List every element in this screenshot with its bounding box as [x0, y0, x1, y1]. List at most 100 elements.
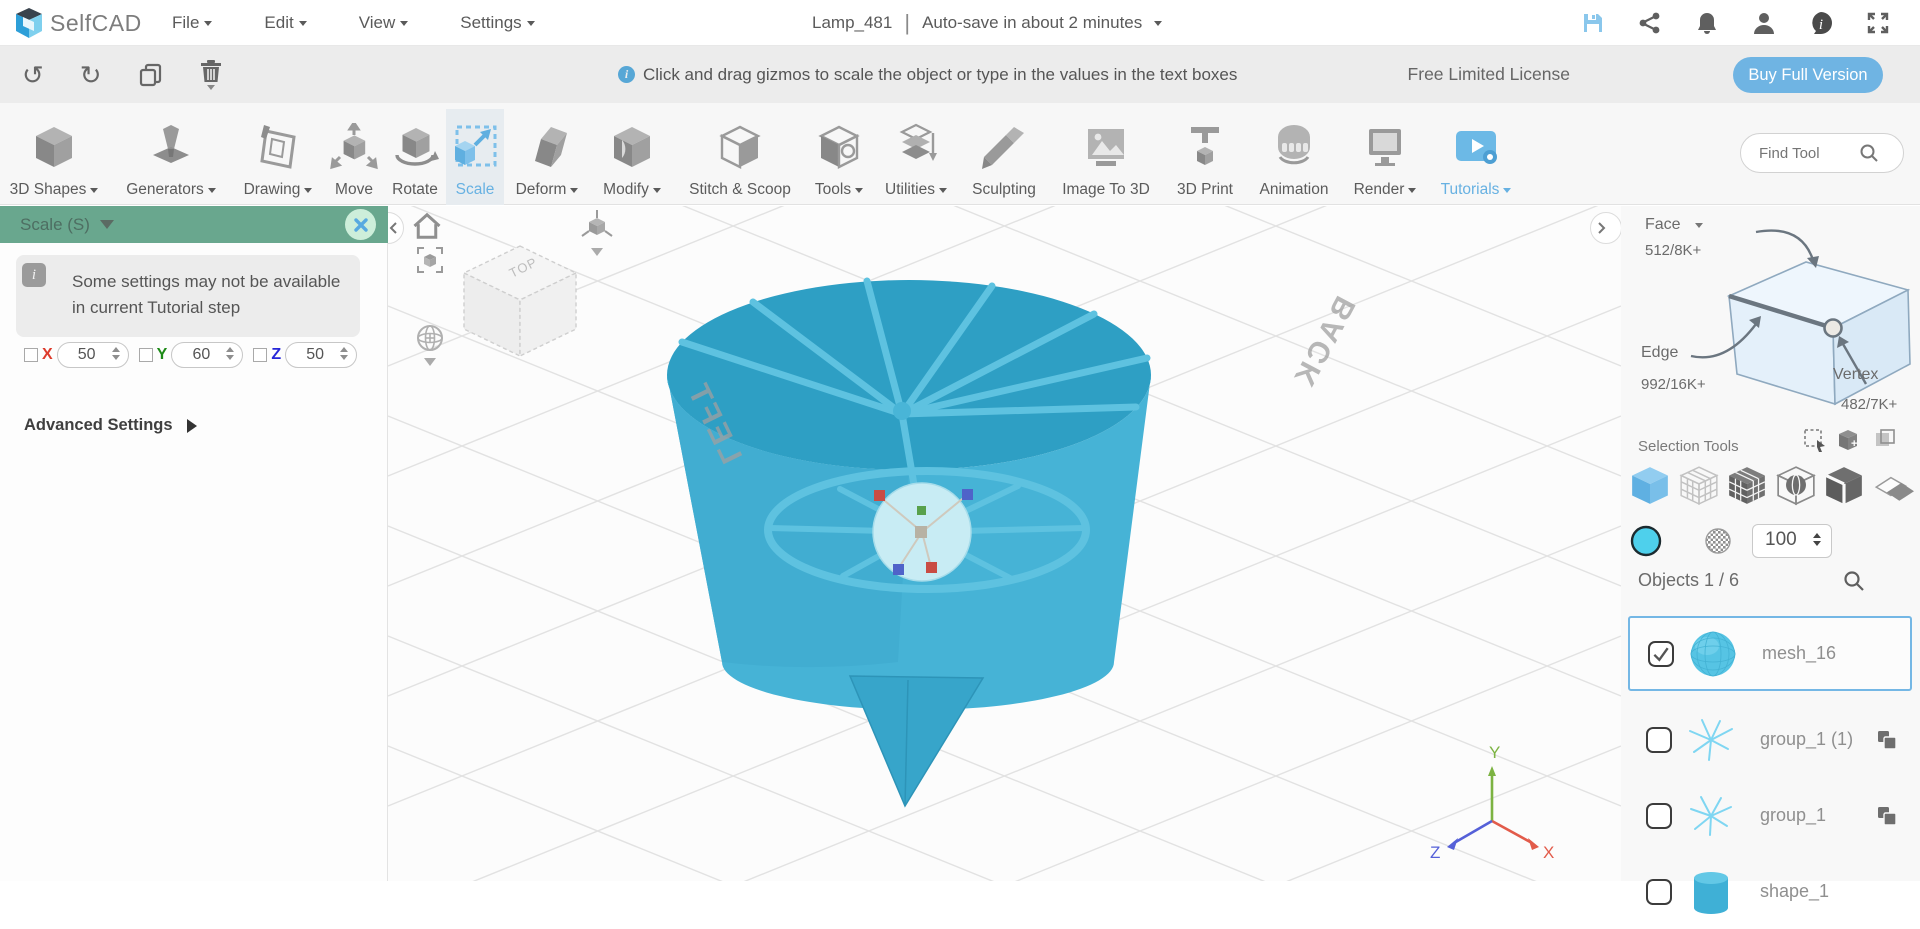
gizmo-handle-x2[interactable] — [926, 562, 937, 573]
scale-y-input[interactable] — [178, 343, 225, 367]
toolbar-item-scale[interactable]: Scale — [446, 109, 504, 205]
brush-size-field[interactable] — [1752, 524, 1832, 558]
toolbar-item-deform[interactable]: Deform — [508, 109, 586, 205]
info-button[interactable]: i — [1809, 11, 1833, 35]
scale-x-field[interactable] — [56, 342, 129, 368]
toolbar-item-modify[interactable]: Modify — [593, 109, 671, 205]
menu-settings[interactable]: Settings — [460, 13, 535, 33]
scale-z-field[interactable] — [285, 342, 358, 368]
brush-size-input[interactable] — [1753, 525, 1805, 555]
buy-full-version-button[interactable]: Buy Full Version — [1733, 57, 1883, 93]
find-tool-search[interactable] — [1740, 133, 1904, 173]
menu-file[interactable]: File — [172, 13, 213, 33]
home-view-button[interactable] — [412, 212, 442, 240]
group-icon[interactable] — [1876, 729, 1898, 751]
chevron-down-icon[interactable] — [424, 358, 436, 366]
stepper-icon[interactable] — [111, 347, 120, 360]
gizmo-handle-x[interactable] — [874, 490, 885, 501]
toolbar-item-utilities[interactable]: Utilities — [875, 109, 957, 205]
select-wireframe-button[interactable] — [1678, 464, 1720, 506]
search-objects-button[interactable] — [1843, 570, 1865, 592]
lock-x-checkbox[interactable] — [24, 348, 38, 362]
axis-gizmo[interactable]: Y X Z — [1430, 743, 1554, 862]
gizmo-handle-center[interactable] — [915, 526, 927, 538]
nav-cube[interactable]: TOP — [462, 245, 578, 358]
toolbar-item-tutorials[interactable]: Tutorials — [1431, 109, 1521, 205]
stepper-icon[interactable] — [340, 347, 349, 360]
scale-z-input[interactable] — [292, 343, 339, 367]
notifications-button[interactable] — [1695, 11, 1719, 35]
object-checkbox-checked[interactable] — [1648, 640, 1674, 667]
stepper-icon[interactable] — [1813, 533, 1821, 546]
scale-y-field[interactable] — [171, 342, 244, 368]
delete-button[interactable] — [200, 59, 222, 90]
toolbar-item-tools[interactable]: Tools — [808, 109, 870, 205]
gizmo-handle-z[interactable] — [962, 489, 973, 500]
object-row-group-1[interactable]: group_1 — [1628, 778, 1912, 853]
toolbar-item-move[interactable]: Move — [327, 109, 381, 205]
chevron-down-icon[interactable] — [1154, 20, 1163, 26]
object-row-mesh-16[interactable]: mesh_16 — [1628, 616, 1912, 691]
object-name[interactable]: shape_1 — [1760, 881, 1912, 902]
scale-x-input[interactable] — [63, 343, 110, 367]
select-split-button[interactable] — [1823, 464, 1865, 506]
lamp-model[interactable] — [667, 277, 1151, 808]
object-checkbox[interactable] — [1646, 802, 1672, 829]
toolbar-item-drawing[interactable]: Drawing — [235, 109, 321, 205]
app-logo[interactable]: SelfCAD — [14, 7, 142, 39]
save-button[interactable] — [1581, 11, 1605, 35]
lock-z-checkbox[interactable] — [253, 348, 268, 362]
orbit-mode-button[interactable] — [414, 322, 446, 354]
share-button[interactable] — [1638, 11, 1662, 35]
advanced-settings-toggle[interactable]: Advanced Settings — [24, 416, 197, 435]
toolbar-item-image-to-3d[interactable]: Image To 3D — [1055, 109, 1157, 205]
search-icon[interactable] — [1859, 143, 1879, 163]
toolbar-item-3d-print[interactable]: 3D Print — [1169, 109, 1241, 205]
select-faces-button[interactable] — [1726, 464, 1768, 506]
select-solid-button[interactable] — [1629, 464, 1671, 506]
redo-button[interactable]: ↻ — [80, 62, 102, 88]
menu-edit[interactable]: Edit — [264, 13, 307, 33]
fullscreen-button[interactable] — [1866, 11, 1890, 35]
scale-panel-header[interactable]: Scale (S) — [0, 206, 388, 243]
toolbar-item-sculpting[interactable]: Sculpting — [963, 109, 1045, 205]
object-name[interactable]: group_1 (1) — [1760, 729, 1876, 750]
add-selection-button[interactable]: + — [1837, 428, 1861, 452]
viewport-3d[interactable]: Y X Z TOP LEFT BACK — [388, 206, 1621, 881]
object-checkbox[interactable] — [1646, 726, 1672, 753]
select-region-button[interactable] — [1775, 464, 1817, 506]
autosave-status[interactable]: Auto-save in about 2 minutes — [922, 13, 1142, 33]
multi-select-button[interactable] — [1873, 428, 1897, 452]
account-button[interactable] — [1752, 11, 1776, 35]
object-row-shape-1[interactable]: shape_1 — [1628, 854, 1912, 929]
object-name[interactable]: mesh_16 — [1762, 643, 1910, 664]
scene-canvas[interactable]: Y X Z TOP — [388, 206, 1621, 881]
copy-button[interactable] — [138, 62, 164, 88]
lock-y-checkbox[interactable] — [138, 348, 153, 362]
group-icon[interactable] — [1876, 805, 1898, 827]
toolbar-item-stitch-scoop[interactable]: Stitch & Scoop — [682, 109, 798, 205]
object-checkbox[interactable] — [1646, 878, 1672, 905]
menu-view[interactable]: View — [359, 13, 409, 33]
close-panel-button[interactable] — [345, 209, 376, 240]
object-name[interactable]: group_1 — [1760, 805, 1876, 826]
chevron-down-icon[interactable] — [591, 248, 603, 256]
gizmo-handle-y[interactable] — [917, 506, 926, 515]
find-tool-input[interactable] — [1741, 144, 1859, 162]
zoom-to-fit-button[interactable] — [416, 246, 444, 274]
gizmo-handle-z2[interactable] — [893, 564, 904, 575]
collapse-right-panel-button[interactable] — [1590, 212, 1621, 244]
undo-button[interactable]: ↺ — [22, 62, 44, 88]
round-brush-button[interactable] — [1629, 524, 1663, 558]
toolbar-item-render[interactable]: Render — [1347, 109, 1423, 205]
object-row-group-1-1[interactable]: group_1 (1) — [1628, 702, 1912, 777]
toolbar-item-generators[interactable]: Generators — [119, 109, 223, 205]
stepper-icon[interactable] — [226, 347, 235, 360]
collapse-caret-icon[interactable] — [99, 220, 114, 229]
axis-widget-button[interactable] — [580, 208, 614, 242]
select-flat-surface-button[interactable] — [1872, 464, 1914, 506]
toolbar-item-animation[interactable]: Animation — [1249, 109, 1339, 205]
marquee-select-button[interactable] — [1803, 428, 1827, 452]
toolbar-item-rotate[interactable]: Rotate — [384, 109, 446, 205]
mesh-brush-button[interactable] — [1703, 526, 1733, 556]
